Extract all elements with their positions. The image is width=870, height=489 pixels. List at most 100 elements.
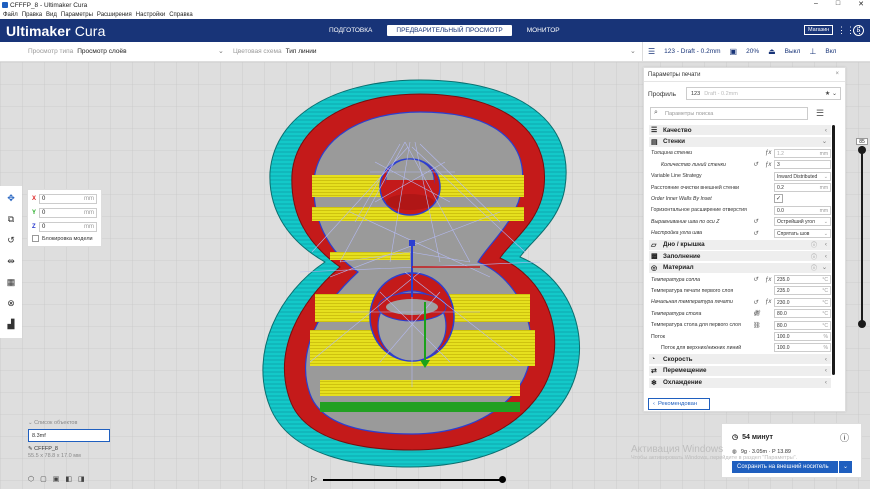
view-type-select[interactable]: Просмотр типа Просмотр слоёв bbox=[28, 48, 127, 55]
chevron-left-icon[interactable]: ‹ bbox=[825, 367, 827, 374]
chevron-down-icon[interactable]: ⌄ bbox=[843, 463, 848, 470]
color-scheme-select[interactable]: Цветовая схема Тип линии bbox=[233, 48, 316, 55]
menu-help[interactable]: Справка bbox=[169, 12, 193, 18]
setting-row[interactable]: Поток для верхних/нижних линий 100.0% bbox=[649, 343, 831, 353]
maximize-button[interactable]: □ bbox=[836, 0, 840, 8]
rotate-tool-icon[interactable]: ↺ bbox=[4, 234, 18, 246]
info-icon[interactable]: ⓘ bbox=[840, 431, 849, 444]
play-icon[interactable]: ▷ bbox=[311, 474, 317, 483]
object-list-header[interactable]: ⌄ Список объектов bbox=[28, 420, 112, 426]
setting-value-field[interactable]: Острейший угол ⌄ bbox=[774, 217, 831, 227]
minimize-button[interactable]: – bbox=[814, 0, 818, 8]
setting-value-field[interactable]: 100.0% bbox=[774, 332, 831, 342]
settings-category[interactable]: ◔ Скорость ‹ bbox=[649, 354, 831, 365]
settings-category[interactable]: ⇄ Перемещение ‹ bbox=[649, 365, 831, 376]
layer-slider-rail[interactable] bbox=[861, 146, 863, 324]
settings-category[interactable]: ◎ Материал ⓘ ⌄ bbox=[649, 262, 831, 273]
reset-icon[interactable]: ↺ bbox=[753, 230, 758, 237]
settings-menu-icon[interactable]: ☰ bbox=[816, 108, 824, 119]
account-avatar[interactable]: E bbox=[853, 25, 864, 36]
layer-slider[interactable]: 85 bbox=[856, 138, 870, 328]
close-window-button[interactable]: ✕ bbox=[858, 0, 864, 8]
setting-row[interactable]: Order Inner Walls By Inset ✓ bbox=[649, 194, 831, 204]
setting-row[interactable]: Температура печати первого слоя 235.0 °C bbox=[649, 286, 831, 296]
settings-scrollbar[interactable] bbox=[832, 125, 835, 375]
reset-icon[interactable]: ↺ bbox=[753, 218, 758, 225]
chevron-down-icon[interactable]: ⌄ bbox=[822, 138, 827, 145]
x-position-field[interactable]: 0 mm bbox=[39, 194, 97, 204]
setting-row[interactable]: Количество линий стенки ↺ ƒx 3 bbox=[649, 160, 831, 170]
menu-file[interactable]: Файл bbox=[3, 12, 18, 18]
path-slider-handle[interactable] bbox=[499, 476, 506, 483]
marketplace-button[interactable]: Магазин bbox=[804, 25, 834, 35]
chevron-down-icon[interactable]: ⌄ bbox=[822, 264, 827, 271]
view-left-icon[interactable]: ◧ bbox=[65, 475, 72, 483]
y-position-field[interactable]: 0 mm bbox=[39, 208, 97, 218]
settings-category[interactable]: ▩ Заполнение ⓘ ‹ bbox=[649, 251, 831, 262]
menu-settings[interactable]: Параметры bbox=[61, 12, 93, 18]
setting-row[interactable]: Поток 100.0% bbox=[649, 332, 831, 342]
profile-select[interactable]: 123 Draft - 0.2mm ★ ⌄ bbox=[686, 87, 841, 100]
setting-row[interactable]: Температура сопла ↺ ƒx 235.0 °C bbox=[649, 275, 831, 285]
setting-row[interactable]: Горизонтальное расширение отверстия 0.0 mm bbox=[649, 205, 831, 215]
setting-value-field[interactable]: 230.0 °C bbox=[774, 297, 831, 307]
close-icon[interactable]: × bbox=[835, 71, 839, 77]
setting-value-field[interactable]: 235.0 °C bbox=[774, 275, 831, 285]
view-right-icon[interactable]: ◨ bbox=[78, 475, 85, 483]
chevron-left-icon[interactable]: ‹ bbox=[825, 356, 827, 363]
view-top-icon[interactable]: ▣ bbox=[53, 475, 60, 483]
save-to-removable-button[interactable]: Сохранить на внешний носитель ⌄ bbox=[732, 461, 852, 473]
star-chevron-icon[interactable]: ★ ⌄ bbox=[825, 90, 837, 97]
setting-value-field[interactable]: 80.0 °C bbox=[774, 309, 831, 319]
settings-category[interactable]: ❄ Охлаждение ‹ bbox=[649, 377, 831, 388]
info-icon[interactable]: ⓘ bbox=[811, 252, 817, 261]
info-icon[interactable]: ⓘ bbox=[811, 263, 817, 272]
setting-value-field[interactable]: 80.0 °C bbox=[774, 320, 831, 330]
settings-category[interactable]: ▱ Дно / крышка ⓘ ‹ bbox=[649, 239, 831, 250]
setting-value-field[interactable]: 0.0 mm bbox=[774, 205, 831, 215]
setting-value-field[interactable]: 3 bbox=[774, 160, 831, 170]
setting-row[interactable]: Настройка угла шва ↺ Спрятать шов ⌄ bbox=[649, 228, 831, 238]
reset-icon[interactable]: ↺ bbox=[753, 276, 758, 283]
setting-value-field[interactable]: 100.0% bbox=[774, 343, 831, 353]
info-icon[interactable]: ⓘ bbox=[811, 240, 817, 249]
support-blocker-icon[interactable]: ⊗ bbox=[4, 297, 18, 309]
chevron-down-icon[interactable]: ⌄ bbox=[630, 47, 636, 55]
tab-prepare[interactable]: ПОДГОТОВКА bbox=[320, 25, 381, 36]
layer-slider-top-handle[interactable] bbox=[858, 146, 866, 154]
print-setup-summary[interactable]: ☰ 123 - Draft - 0.2mm ▣ 20% ⏏ Выкл ⊥ Вкл bbox=[648, 47, 836, 56]
chevron-down-icon[interactable]: ⌄ bbox=[218, 47, 224, 55]
chevron-left-icon[interactable]: ‹ bbox=[825, 379, 827, 386]
layer-number-badge[interactable]: 85 bbox=[856, 138, 868, 145]
menu-view[interactable]: Вид bbox=[46, 12, 57, 18]
setting-row[interactable]: Расстояние очистки внешней стенки 0.2 mm bbox=[649, 183, 831, 193]
chevron-left-icon[interactable]: ‹ bbox=[825, 241, 827, 248]
tab-monitor[interactable]: МОНИТОР bbox=[518, 25, 569, 36]
view-3d-icon[interactable]: ⬡ bbox=[28, 475, 34, 483]
layer-slider-bottom-handle[interactable] bbox=[858, 320, 866, 328]
chevron-left-icon[interactable]: ‹ bbox=[825, 127, 827, 134]
settings-category[interactable]: ▤ Стенки ⌄ bbox=[649, 136, 831, 147]
path-slider-track[interactable] bbox=[323, 476, 506, 483]
view-front-icon[interactable]: ▢ bbox=[40, 475, 47, 483]
reset-icon[interactable]: ↺ bbox=[753, 299, 758, 306]
menu-preferences[interactable]: Настройки bbox=[136, 12, 165, 18]
setting-row[interactable]: Начальная температура печати ↺ ƒx 230.0 °C bbox=[649, 297, 831, 307]
settings-list[interactable]: ☰ Качество ‹ ▤ Стенки ⌄ Толщина стенки ƒx 1.2 mm К… bbox=[649, 125, 831, 393]
setting-value-field[interactable]: 1.2 mm bbox=[774, 148, 831, 158]
setting-row[interactable]: Температура стола ↺ ⛓ 80.0 °C bbox=[649, 309, 831, 319]
reset-icon[interactable]: ↺ bbox=[753, 161, 758, 168]
chevron-left-icon[interactable]: ‹ bbox=[825, 253, 827, 260]
move-tool-icon[interactable]: ✥ bbox=[4, 192, 18, 204]
recommended-button[interactable]: ‹ Рекомендован bbox=[648, 398, 710, 410]
settings-search-input[interactable]: ⌕ Параметры поиска bbox=[650, 107, 808, 120]
settings-category[interactable]: ☰ Качество ‹ bbox=[649, 125, 831, 135]
setting-row[interactable]: Толщина стенки ƒx 1.2 mm bbox=[649, 148, 831, 158]
scale-tool-icon[interactable]: ⧉ bbox=[4, 213, 18, 225]
setting-row[interactable]: Variable Line Strategy Inward Distributed… bbox=[649, 171, 831, 181]
setting-value-field[interactable]: Спрятать шов ⌄ bbox=[774, 228, 831, 238]
setting-value-field[interactable]: Inward Distributed ⌄ bbox=[774, 171, 831, 181]
setting-checkbox[interactable]: ✓ bbox=[774, 194, 783, 204]
lock-model-checkbox[interactable] bbox=[32, 235, 39, 242]
menu-edit[interactable]: Правка bbox=[22, 12, 42, 18]
